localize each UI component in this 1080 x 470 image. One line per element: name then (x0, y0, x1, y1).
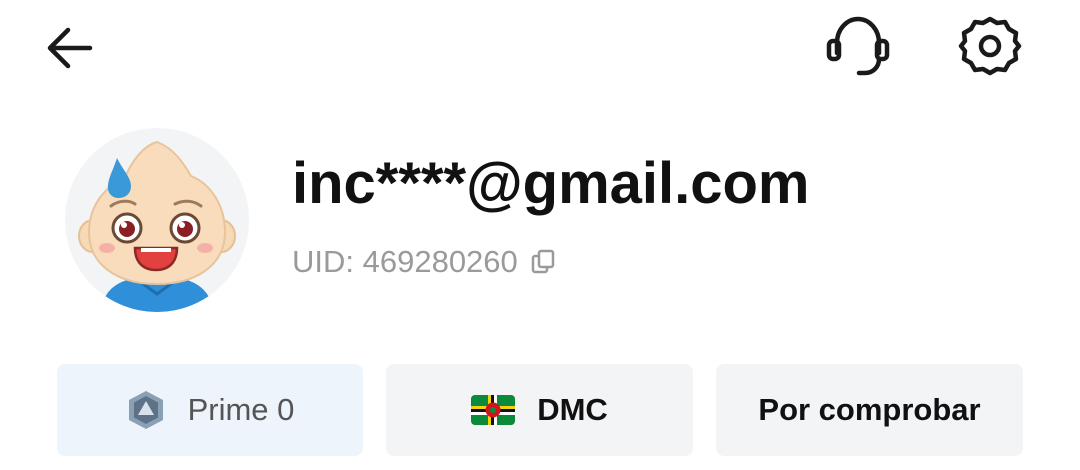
avatar[interactable] (65, 128, 249, 312)
verification-status-chip[interactable]: Por comprobar (716, 364, 1023, 456)
dominica-flag-icon (471, 395, 516, 425)
country-chip[interactable]: DMC (386, 364, 693, 456)
gear-icon (958, 16, 1022, 76)
verification-status-label: Por comprobar (758, 392, 981, 427)
uid-row: UID: 469280260 (292, 244, 558, 280)
cartoon-baby-avatar (78, 140, 236, 312)
settings-button[interactable] (954, 10, 1026, 82)
customer-support-button[interactable] (822, 10, 894, 82)
account-email: inc****@gmail.com (292, 151, 810, 216)
prime-level-chip[interactable]: Prime 0 (57, 364, 363, 456)
prime-level-label: Prime 0 (187, 392, 295, 427)
country-label: DMC (537, 392, 608, 427)
arrow-left-icon (47, 27, 93, 69)
headset-icon (826, 16, 890, 76)
back-button[interactable] (38, 20, 102, 76)
copy-icon[interactable] (530, 248, 558, 276)
profile-screen: inc****@gmail.com UID: 469280260 Prime 0 (0, 0, 1080, 470)
uid-text: UID: 469280260 (292, 244, 518, 279)
prime-badge-icon (128, 391, 163, 429)
